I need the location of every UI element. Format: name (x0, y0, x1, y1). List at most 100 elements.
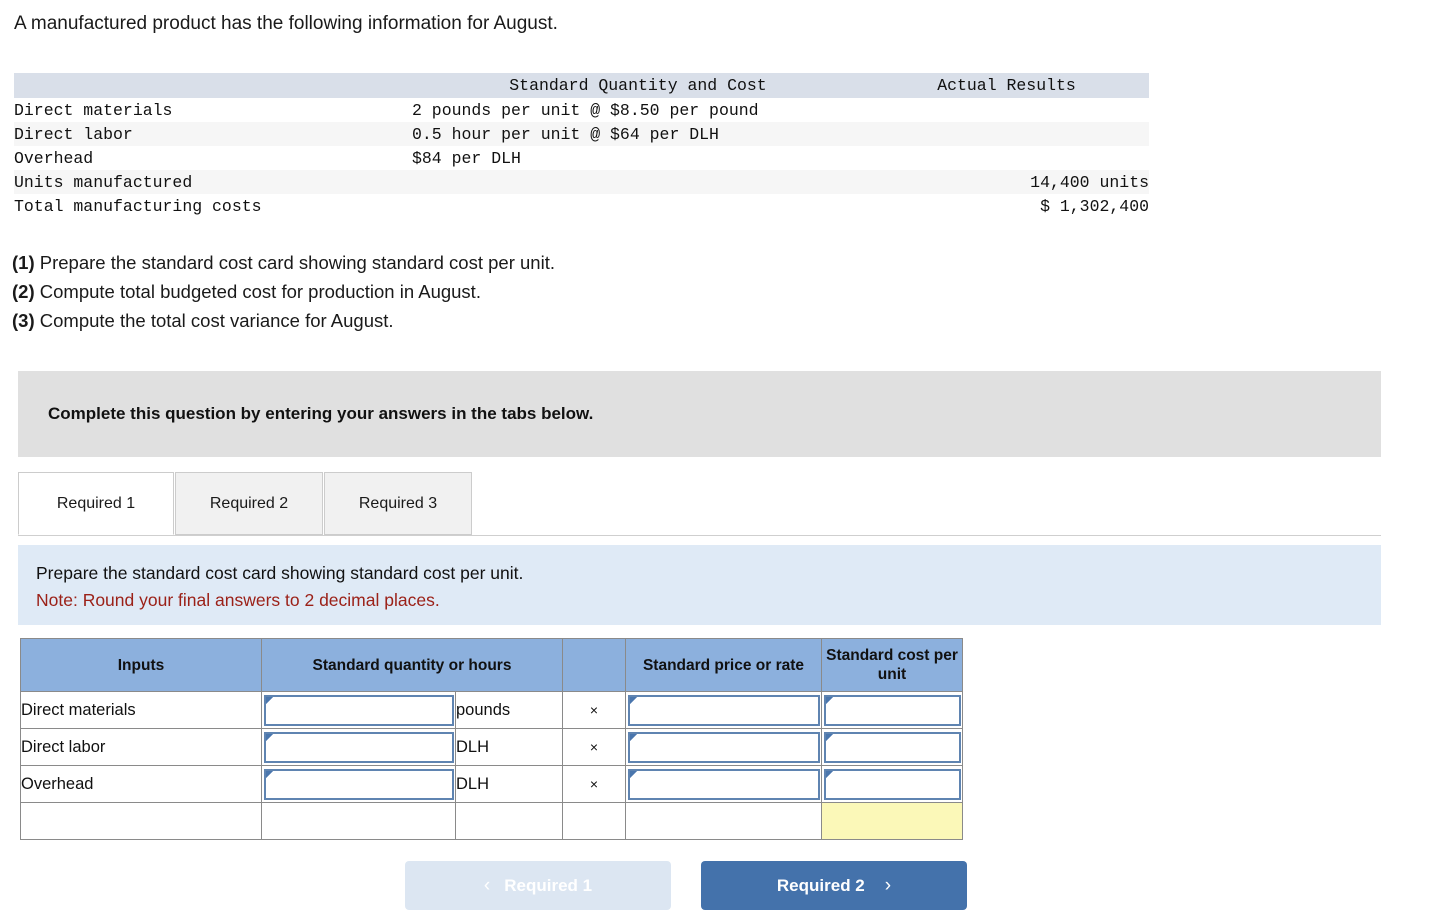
info-table-head: Standard Quantity and Cost Actual Result… (14, 73, 1149, 98)
info-row-actual (864, 122, 1149, 146)
cost-input[interactable] (824, 731, 961, 763)
table-row: Units manufactured 14,400 units (14, 170, 1149, 194)
instructions-banner-text: Complete this question by entering your … (48, 404, 594, 423)
header-inputs: Inputs (20, 638, 262, 692)
quantity-input[interactable] (264, 731, 454, 763)
requirement-item: (2) Compute total budgeted cost for prod… (12, 277, 555, 306)
quantity-input[interactable] (264, 768, 454, 800)
tab-bar: Required 1 Required 2 Required 3 (18, 472, 1381, 536)
previous-button-label: Required 1 (504, 875, 593, 895)
tab-label: Required 3 (358, 494, 438, 512)
standard-cost-card-table: Inputs Standard quantity or hours Standa… (20, 638, 963, 840)
table-row-total (20, 802, 963, 840)
intro-text: A manufactured product has the following… (14, 13, 558, 34)
requirement-number: (2) (12, 281, 35, 302)
chevron-right-icon: › (884, 875, 892, 896)
info-table: Standard Quantity and Cost Actual Result… (14, 73, 1149, 218)
info-row-label: Units manufactured (14, 172, 193, 192)
answer-table-head: Inputs Standard quantity or hours Standa… (20, 638, 963, 692)
rate-cell[interactable] (625, 728, 822, 766)
rate-input[interactable] (628, 694, 820, 726)
row-label-direct-materials: Direct materials (20, 691, 262, 729)
info-row-standard: 2 pounds per unit @ $8.50 per pound (412, 100, 759, 120)
task-instruction-panel: Prepare the standard cost card showing s… (18, 545, 1381, 625)
quantity-cell[interactable] (261, 765, 456, 803)
unit-label: DLH (455, 765, 563, 803)
unit-label: pounds (455, 691, 563, 729)
next-button-label: Required 2 (776, 875, 865, 895)
total-row-rate (625, 802, 822, 840)
info-table-body: Direct materials 2 pounds per unit @ $8.… (14, 98, 1149, 218)
info-row-actual (864, 146, 1149, 170)
cost-cell[interactable] (821, 765, 963, 803)
cost-cell[interactable] (821, 728, 963, 766)
previous-required-button[interactable]: ‹ Required 1 (405, 861, 671, 910)
cost-input[interactable] (824, 694, 961, 726)
quantity-input[interactable] (264, 694, 454, 726)
info-row-actual: 14,400 units (1030, 172, 1149, 192)
info-row-label: Direct materials (14, 100, 173, 120)
requirement-item: (1) Prepare the standard cost card showi… (12, 248, 555, 277)
info-row-standard (412, 170, 864, 194)
table-row: Total manufacturing costs $ 1,302,400 (14, 194, 1149, 218)
requirement-item: (3) Compute the total cost variance for … (12, 306, 555, 335)
unit-label: DLH (455, 728, 563, 766)
info-row-standard: 0.5 hour per unit @ $64 per DLH (412, 124, 719, 144)
total-row-unit (455, 802, 563, 840)
table-row: Direct labor DLH × (20, 728, 963, 766)
table-row: Direct materials pounds × (20, 691, 963, 729)
multiply-operator: × (562, 728, 626, 766)
tab-label: Required 1 (56, 494, 136, 512)
instructions-banner: Complete this question by entering your … (18, 371, 1381, 457)
total-row-label (20, 802, 262, 840)
answer-table-body: Direct materials pounds × Direct labor D… (20, 691, 963, 840)
tab-required-3[interactable]: Required 3 (324, 472, 472, 535)
question-page: A manufactured product has the following… (0, 0, 1440, 924)
total-row-operator (562, 802, 626, 840)
info-row-standard: $84 per DLH (412, 148, 521, 168)
info-table-header-row: Standard Quantity and Cost Actual Result… (14, 73, 1149, 98)
table-row: Overhead DLH × (20, 765, 963, 803)
cost-input[interactable] (824, 768, 961, 800)
tab-required-2[interactable]: Required 2 (175, 472, 323, 535)
requirement-number: (1) (12, 252, 35, 273)
info-row-label: Overhead (14, 148, 94, 168)
chevron-left-icon: ‹ (483, 875, 491, 896)
requirement-text: Compute the total cost variance for Augu… (34, 310, 394, 331)
requirement-number: (3) (12, 310, 35, 331)
info-header-blank (14, 73, 412, 98)
rate-input[interactable] (628, 731, 820, 763)
answer-table-header-row: Inputs Standard quantity or hours Standa… (20, 638, 963, 692)
header-standard-rate: Standard price or rate (625, 638, 822, 692)
tab-required-1[interactable]: Required 1 (18, 472, 174, 535)
task-instruction-note: Note: Round your final answers to 2 deci… (36, 590, 440, 610)
row-label-direct-labor: Direct labor (20, 728, 262, 766)
table-row: Direct labor 0.5 hour per unit @ $64 per… (14, 122, 1149, 146)
rate-cell[interactable] (625, 765, 822, 803)
row-label-overhead: Overhead (20, 765, 262, 803)
tab-label: Required 2 (209, 494, 289, 512)
info-row-label: Direct labor (14, 124, 133, 144)
info-row-actual (864, 98, 1149, 122)
rate-input[interactable] (628, 768, 820, 800)
task-instruction-text: Prepare the standard cost card showing s… (36, 563, 524, 583)
info-row-standard (412, 194, 864, 218)
next-required-button[interactable]: Required 2 › (701, 861, 967, 910)
info-row-actual: $ 1,302,400 (1040, 196, 1149, 216)
requirement-text: Prepare the standard cost card showing s… (34, 252, 555, 273)
table-row: Overhead $84 per DLH (14, 146, 1149, 170)
total-standard-cost-cell[interactable] (821, 802, 963, 840)
quantity-cell[interactable] (261, 691, 456, 729)
info-header-actual: Actual Results (937, 76, 1076, 95)
rate-cell[interactable] (625, 691, 822, 729)
header-standard-cost: Standard cost per unit (821, 638, 963, 692)
requirements-list: (1) Prepare the standard cost card showi… (12, 248, 555, 335)
multiply-operator: × (562, 765, 626, 803)
info-row-label: Total manufacturing costs (14, 196, 262, 216)
requirement-text: Compute total budgeted cost for producti… (34, 281, 481, 302)
quantity-cell[interactable] (261, 728, 456, 766)
header-standard-quantity: Standard quantity or hours (261, 638, 563, 692)
table-row: Direct materials 2 pounds per unit @ $8.… (14, 98, 1149, 122)
header-operator-blank (562, 638, 626, 692)
cost-cell[interactable] (821, 691, 963, 729)
